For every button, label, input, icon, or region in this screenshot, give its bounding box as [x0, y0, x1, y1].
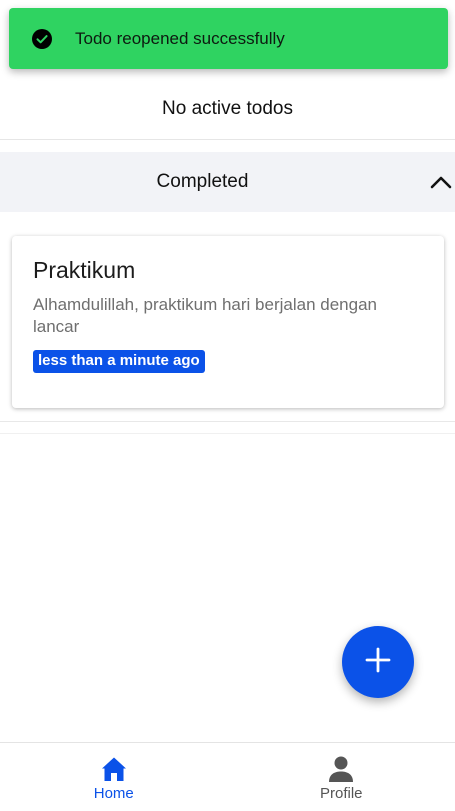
nav-item-profile[interactable]: Profile — [228, 743, 455, 811]
active-todos-section: No active todos — [0, 79, 455, 140]
screen: Todo reopened successfully No active tod… — [0, 0, 455, 811]
check-circle-icon — [32, 28, 52, 49]
nav-item-home[interactable]: Home — [0, 743, 228, 811]
bottom-navigation: Home Profile — [0, 742, 455, 811]
nav-label-profile: Profile — [319, 785, 363, 802]
nav-label-home: Home — [93, 785, 134, 802]
todo-card[interactable]: Praktikum Alhamdulillah, praktikum hari … — [12, 236, 444, 408]
completed-section-header[interactable]: Completed — [0, 152, 455, 212]
divider — [0, 433, 455, 434]
home-icon — [99, 754, 129, 784]
todo-title: Praktikum — [33, 257, 136, 283]
plus-icon — [364, 646, 392, 679]
completed-section-label: Completed — [156, 171, 249, 192]
person-icon — [326, 754, 356, 784]
add-todo-button[interactable] — [342, 626, 414, 698]
time-badge: less than a minute ago — [33, 350, 205, 373]
divider — [0, 421, 455, 422]
toast-message: Todo reopened successfully — [75, 28, 285, 48]
todo-description: Alhamdulillah, praktikum hari berjalan d… — [33, 295, 377, 336]
empty-state-text: No active todos — [162, 98, 293, 119]
chevron-up-icon[interactable] — [429, 170, 453, 194]
success-toast[interactable]: Todo reopened successfully — [9, 8, 448, 69]
